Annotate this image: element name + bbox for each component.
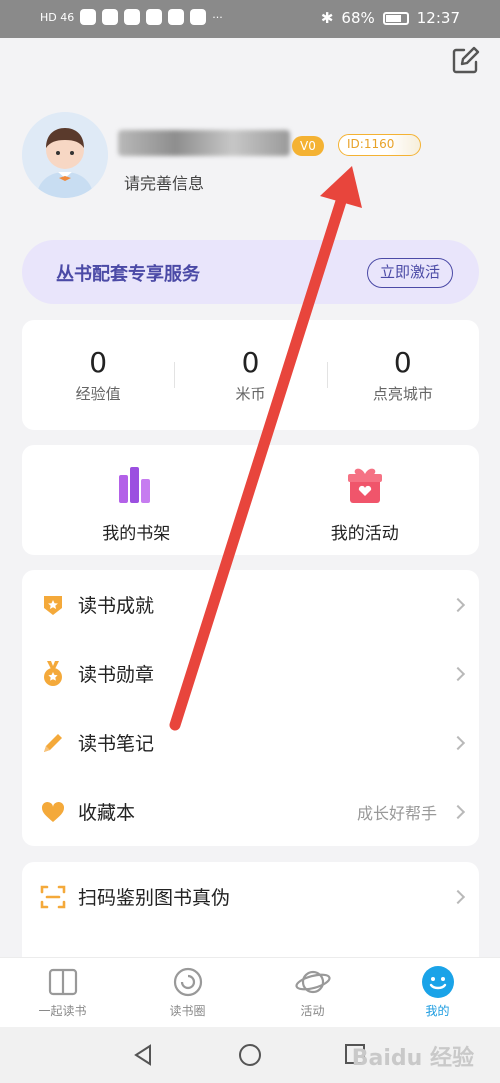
tab-label: 读书圈: [169, 1004, 206, 1018]
status-bar: HD 46 ··· ✱ 68% 12:37: [0, 0, 500, 38]
wifi-icon: [80, 9, 97, 25]
bluetooth-icon: ✱: [320, 9, 334, 27]
stats-card: 0 经验值 0 米币 0 点亮城市: [22, 320, 479, 430]
news-icon: [190, 9, 207, 25]
more-notifications: ···: [212, 10, 223, 24]
chevron-right-icon: [450, 666, 466, 681]
chevron-right-icon: [450, 889, 466, 904]
menu-item-notes[interactable]: 读书笔记: [22, 708, 479, 777]
battery-icon: [382, 11, 409, 25]
menu-card-secondary: 扫码鉴别图书真伪: [22, 862, 479, 972]
bottom-tab-bar: 一起读书 读书圈 活动 我的: [0, 957, 500, 1027]
tab-mine[interactable]: 我的: [375, 958, 500, 1027]
profile-section[interactable]: V0 ID:1160 请完善信息: [22, 110, 482, 210]
menu-item-achievements[interactable]: 读书成就: [22, 570, 479, 639]
stat-coins[interactable]: 0 米币: [174, 320, 326, 430]
home-icon[interactable]: [238, 1043, 262, 1071]
tab-label: 我的: [425, 1004, 450, 1018]
menu-label: 扫码鉴别图书真伪: [78, 887, 231, 909]
menu-extra: 成长好帮手: [356, 803, 437, 823]
my-activities-button[interactable]: 我的活动: [251, 445, 480, 555]
service-banner[interactable]: 丛书配套专享服务 立即激活: [22, 240, 479, 304]
battery-percent: 68%: [341, 9, 375, 27]
tab-label: 活动: [300, 1004, 325, 1018]
stat-label: 经验值: [75, 385, 121, 403]
user-id-badge: ID:1160: [338, 134, 422, 156]
tab-reading-circle[interactable]: 读书圈: [125, 958, 250, 1027]
menu-label: 读书勋章: [78, 664, 155, 686]
menu-item-favorites[interactable]: 收藏本 成长好帮手: [22, 777, 479, 846]
quick-label: 我的书架: [102, 524, 171, 544]
planet-icon: [250, 966, 375, 998]
tab-read-together[interactable]: 一起读书: [0, 958, 125, 1027]
menu-label: 读书成就: [78, 595, 155, 617]
menu-label: 读书笔记: [78, 733, 155, 755]
service-title: 丛书配套专享服务: [56, 264, 200, 285]
stat-experience[interactable]: 0 经验值: [22, 320, 174, 430]
avatar[interactable]: [22, 112, 108, 198]
pencil-icon: [40, 730, 66, 756]
username-blurred: [118, 130, 290, 156]
complete-info-link[interactable]: 请完善信息: [124, 170, 204, 194]
menu-label: 收藏本: [78, 802, 136, 824]
menu-card: 读书成就 读书勋章 读书笔记 收藏本 成长好帮手: [22, 570, 479, 846]
stat-label: 米币: [235, 385, 266, 403]
quick-label: 我的活动: [330, 524, 399, 544]
clock: 12:37: [416, 9, 460, 27]
activate-button[interactable]: 立即激活: [366, 258, 453, 288]
mail-icon: [168, 9, 185, 25]
network-label: HD 46: [40, 10, 75, 24]
chevron-right-icon: [450, 804, 466, 819]
stat-value: 0: [393, 346, 412, 379]
medal-icon: [40, 660, 66, 687]
stat-label: 点亮城市: [372, 385, 433, 403]
scan-icon: [40, 884, 66, 910]
menu-item-medals[interactable]: 读书勋章: [22, 639, 479, 708]
level-badge: V0: [292, 136, 324, 156]
book-icon: [0, 966, 125, 998]
heart-icon: [40, 799, 66, 825]
menu-item-scan-verify[interactable]: 扫码鉴别图书真伪: [22, 862, 479, 931]
chevron-right-icon: [450, 735, 466, 750]
search-app-icon: [146, 9, 163, 25]
back-icon[interactable]: [132, 1043, 154, 1071]
chevron-right-icon: [450, 597, 466, 612]
app-notification-icon: [102, 9, 119, 25]
stat-value: 0: [89, 346, 108, 379]
quick-actions-card: 我的书架 我的活动: [22, 445, 479, 555]
face-icon: [375, 966, 500, 998]
baidu-watermark: Baidu 经验: [351, 1046, 474, 1071]
tab-activities[interactable]: 活动: [250, 958, 375, 1027]
stat-cities[interactable]: 0 点亮城市: [326, 320, 479, 430]
gift-icon: [251, 463, 480, 505]
stat-value: 0: [241, 346, 260, 379]
circle-icon: [125, 966, 250, 998]
music-icon: [124, 9, 141, 25]
shield-star-icon: [40, 592, 66, 618]
bookshelf-icon: [22, 463, 251, 505]
status-left: HD 46 ···: [40, 9, 223, 25]
status-right: ✱ 68% 12:37: [321, 9, 460, 27]
tab-label: 一起读书: [38, 1004, 87, 1018]
my-bookshelf-button[interactable]: 我的书架: [22, 445, 251, 555]
edit-icon[interactable]: [450, 46, 480, 76]
